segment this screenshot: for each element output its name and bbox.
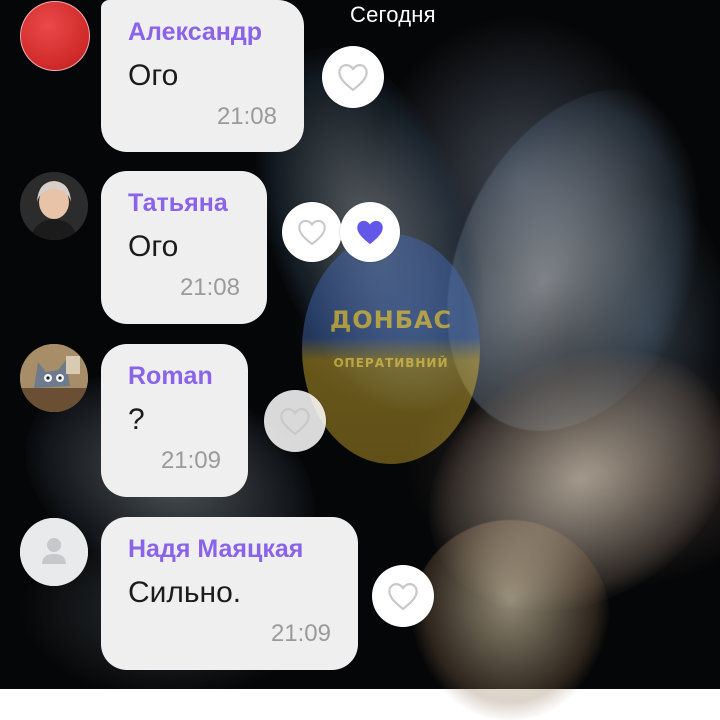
message-bubble[interactable]: Roman ? 21:09 (101, 344, 248, 497)
message-bubble[interactable]: Александр Ого 21:08 (101, 0, 304, 152)
red-circle-avatar[interactable] (20, 1, 90, 71)
watermark-line-1: ДОНБАС (329, 306, 453, 334)
sender-name[interactable]: Roman (128, 362, 213, 391)
cartoon-cat-avatar[interactable] (20, 344, 88, 412)
sender-name[interactable]: Татьяна (128, 189, 228, 218)
message-time: 21:09 (270, 620, 331, 647)
user-silhouette-icon (20, 518, 88, 586)
message-text: Ого (128, 59, 179, 92)
message-text: Ого (128, 230, 179, 263)
user-photo-icon (20, 172, 88, 240)
heart-outline-icon (338, 64, 368, 92)
message-time: 21:08 (216, 103, 277, 130)
watermark-logo: ДОНБАС ОПЕРАТИВНИЙ (302, 234, 480, 464)
watermark-line-2: ОПЕРАТИВНИЙ (333, 356, 449, 370)
date-separator: Сегодня (350, 2, 436, 27)
message-bubble[interactable]: Татьяна Ого 21:08 (101, 171, 267, 324)
heart-outline-icon (298, 219, 326, 246)
sender-name[interactable]: Александр (128, 18, 262, 47)
heart-outline-icon (280, 408, 310, 436)
heart-outline-icon (388, 583, 418, 611)
message-time: 21:08 (179, 274, 240, 301)
message-text: Сильно. (128, 576, 242, 609)
message-text: ? (128, 403, 145, 436)
message-bubble[interactable]: Надя Маяцкая Сильно. 21:09 (101, 517, 358, 670)
cartoon-cat-icon (20, 344, 88, 412)
default-user-avatar[interactable] (20, 518, 88, 586)
heart-filled-icon (357, 220, 383, 245)
like-button[interactable] (282, 202, 342, 262)
like-button[interactable] (372, 565, 434, 627)
like-button[interactable] (322, 46, 384, 108)
sender-name[interactable]: Надя Маяцкая (128, 535, 303, 564)
wallpaper-petal (410, 520, 610, 720)
message-time: 21:09 (160, 447, 221, 474)
liked-reaction[interactable] (340, 202, 400, 262)
like-button[interactable] (264, 390, 326, 452)
user-photo-avatar[interactable] (20, 172, 88, 240)
